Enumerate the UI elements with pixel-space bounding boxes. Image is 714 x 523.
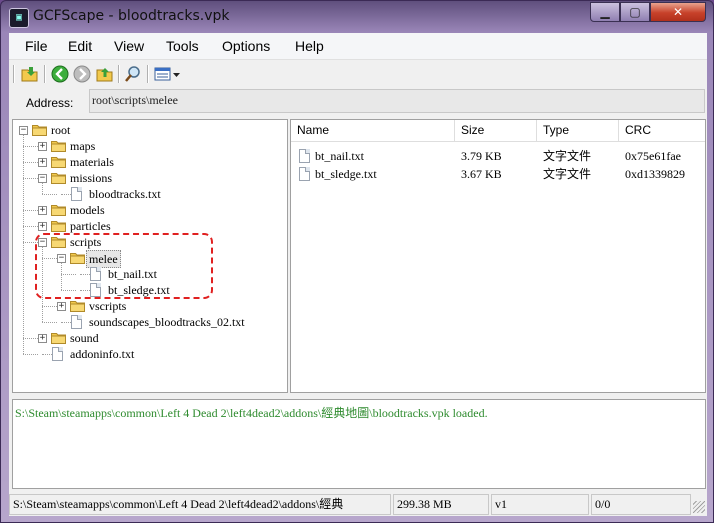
- expand-toggle[interactable]: +: [57, 302, 66, 311]
- open-folder-icon[interactable]: [21, 65, 39, 83]
- menu-file[interactable]: File: [25, 38, 48, 54]
- toolbar: [9, 60, 707, 88]
- toolbar-separator: [44, 65, 46, 83]
- file-name: bt_sledge.txt: [315, 167, 377, 181]
- text-file-icon: [299, 167, 310, 181]
- view-mode-icon[interactable]: [154, 65, 172, 83]
- menu-view[interactable]: View: [114, 38, 144, 54]
- address-input[interactable]: root\scripts\melee: [89, 89, 705, 113]
- back-arrow-icon[interactable]: [51, 65, 69, 83]
- log-message: S:\Steam\steamapps\common\Left 4 Dead 2\…: [15, 406, 488, 420]
- folder-icon: [51, 204, 66, 216]
- column-header-type[interactable]: Type: [537, 120, 619, 142]
- file-list[interactable]: Name Size Type CRC bt_nail.txt 3.79 KB 文…: [290, 119, 706, 393]
- tree-item[interactable]: + particles: [13, 218, 283, 234]
- file-size: 3.67 KB: [461, 167, 502, 181]
- folder-icon: [51, 156, 66, 168]
- tree-item-label: maps: [70, 139, 96, 153]
- tree-item-label: missions: [70, 171, 113, 185]
- tree-connector: [42, 354, 52, 355]
- menu-bar: File Edit View Tools Options Help: [9, 33, 707, 60]
- address-bar: Address: root\scripts\melee: [9, 88, 707, 115]
- text-file-icon: [299, 149, 310, 163]
- tree-item-label: soundscapes_bloodtracks_02.txt: [89, 315, 245, 329]
- text-file-icon: [52, 347, 63, 361]
- close-button[interactable]: ✕: [650, 2, 706, 22]
- status-size: 299.38 MB: [393, 494, 489, 515]
- expand-toggle[interactable]: +: [38, 142, 47, 151]
- menu-options[interactable]: Options: [222, 38, 270, 54]
- folder-icon: [70, 300, 85, 312]
- tree-item-label: particles: [70, 219, 111, 233]
- file-size: 3.79 KB: [461, 149, 502, 163]
- toolbar-grip: [13, 65, 15, 83]
- column-header-name[interactable]: Name: [291, 120, 455, 142]
- file-type: 文字文件: [543, 167, 592, 181]
- tree-item-label: vscripts: [89, 299, 127, 313]
- chevron-down-icon[interactable]: [172, 65, 181, 83]
- toolbar-separator: [118, 65, 120, 83]
- tree-item[interactable]: addoninfo.txt: [13, 346, 283, 362]
- folder-icon: [51, 172, 66, 184]
- folder-icon: [32, 124, 47, 136]
- status-count: 0/0: [591, 494, 691, 515]
- menu-help[interactable]: Help: [295, 38, 324, 54]
- status-path: S:\Steam\steamapps\common\Left 4 Dead 2\…: [9, 494, 391, 515]
- tree-connector: [61, 322, 71, 323]
- expand-toggle[interactable]: +: [38, 222, 47, 231]
- tree-connector: [61, 194, 71, 195]
- expand-toggle[interactable]: +: [38, 334, 47, 343]
- text-file-icon: [71, 315, 82, 329]
- expand-toggle[interactable]: +: [38, 158, 47, 167]
- menu-edit[interactable]: Edit: [68, 38, 92, 54]
- forward-arrow-icon[interactable]: [73, 65, 91, 83]
- collapse-toggle[interactable]: −: [19, 126, 28, 135]
- address-label: Address:: [26, 96, 74, 110]
- menu-tools[interactable]: Tools: [166, 38, 199, 54]
- tree-item[interactable]: − root: [13, 122, 283, 138]
- tree-item[interactable]: − missions: [13, 170, 283, 186]
- tree-item[interactable]: + materials: [13, 154, 283, 170]
- tree-item-label: materials: [70, 155, 114, 169]
- tree-item-label: sound: [70, 331, 99, 345]
- tree-item[interactable]: soundscapes_bloodtracks_02.txt: [13, 314, 283, 330]
- console-log[interactable]: S:\Steam\steamapps\common\Left 4 Dead 2\…: [12, 399, 706, 489]
- file-crc: 0xd1339829: [625, 167, 685, 181]
- file-type: 文字文件: [543, 149, 592, 163]
- maximize-button[interactable]: ▢: [620, 2, 650, 22]
- tree-item[interactable]: + vscripts: [13, 298, 283, 314]
- title-bar[interactable]: ▣ GCFScape - bloodtracks.vpk ▁ ▢ ✕: [1, 1, 713, 33]
- tree-item[interactable]: bloodtracks.txt: [13, 186, 283, 202]
- folder-icon: [51, 220, 66, 232]
- status-bar: S:\Steam\steamapps\common\Left 4 Dead 2\…: [9, 493, 707, 516]
- tree-item[interactable]: + sound: [13, 330, 283, 346]
- minimize-button[interactable]: ▁: [590, 2, 620, 22]
- tree-item-label: addoninfo.txt: [70, 347, 135, 361]
- tree-item-label: root: [51, 123, 71, 137]
- search-icon[interactable]: [124, 65, 142, 83]
- red-dashed-highlight: [35, 233, 213, 299]
- resize-grip[interactable]: [693, 501, 705, 513]
- text-file-icon: [71, 187, 82, 201]
- gcfscape-app-icon: ▣: [9, 8, 29, 28]
- client-area: File Edit View Tools Options Help Addres…: [9, 33, 707, 516]
- tree-item[interactable]: + models: [13, 202, 283, 218]
- tree-item[interactable]: + maps: [13, 138, 283, 154]
- collapse-toggle[interactable]: −: [38, 174, 47, 183]
- toolbar-separator: [147, 65, 149, 83]
- file-crc: 0x75e61fae: [625, 149, 681, 163]
- folder-icon: [51, 140, 66, 152]
- tree-item-label: bloodtracks.txt: [89, 187, 161, 201]
- tree-item-label: models: [70, 203, 105, 217]
- up-folder-icon[interactable]: [96, 65, 114, 83]
- window-title: GCFScape - bloodtracks.vpk: [33, 8, 230, 24]
- folder-icon: [51, 332, 66, 344]
- status-version: v1: [491, 494, 589, 515]
- file-name: bt_nail.txt: [315, 149, 364, 163]
- expand-toggle[interactable]: +: [38, 206, 47, 215]
- app-window: ▣ GCFScape - bloodtracks.vpk ▁ ▢ ✕ File …: [0, 0, 714, 523]
- column-header-crc[interactable]: CRC: [619, 120, 705, 142]
- column-header-size[interactable]: Size: [455, 120, 537, 142]
- folder-tree[interactable]: − root + maps + materials − missions bloodtracks…: [12, 119, 288, 393]
